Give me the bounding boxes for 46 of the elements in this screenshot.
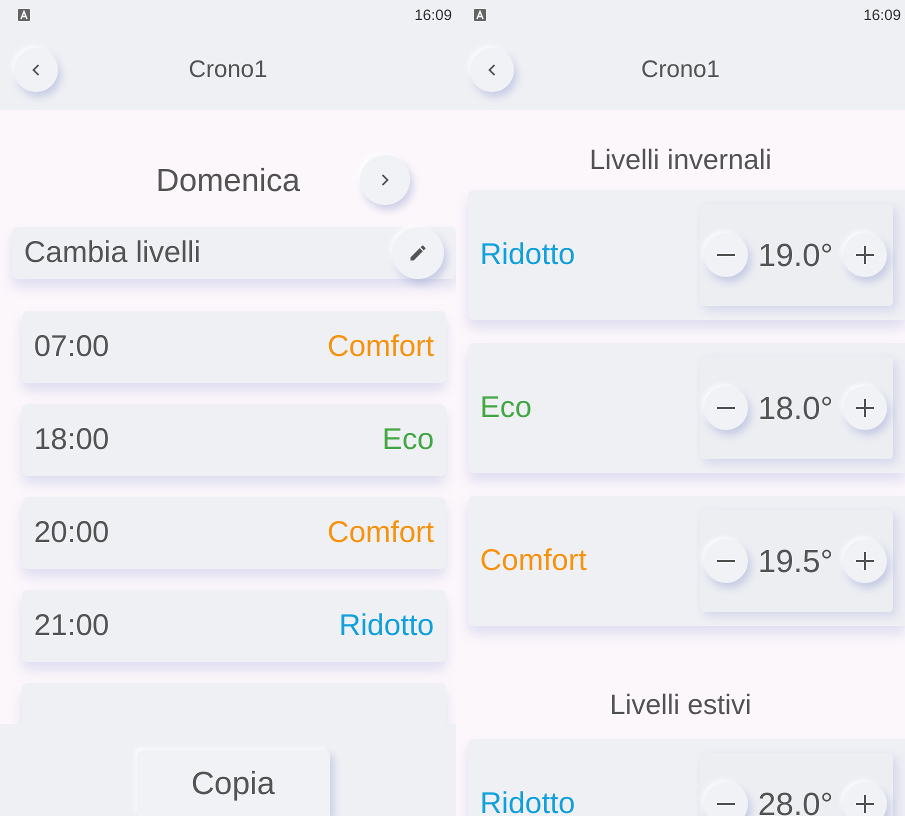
schedule-time: 20:00 — [34, 516, 110, 550]
level-name: Ridotto — [480, 787, 576, 816]
schedule-mode: Eco — [382, 423, 434, 457]
temperature-value: 18.0° — [758, 390, 834, 426]
copy-button[interactable]: Copia — [136, 750, 330, 816]
notification-icon — [474, 9, 486, 21]
back-icon — [488, 64, 496, 76]
schedule-row[interactable]: 20:00 Comfort — [22, 497, 446, 569]
plus-icon — [856, 795, 874, 813]
plus-icon — [856, 552, 874, 570]
decrease-button[interactable] — [704, 782, 748, 816]
back-icon — [32, 64, 40, 76]
screen-title: Crono1 — [641, 56, 720, 84]
change-levels-label: Cambia livelli — [24, 236, 201, 270]
edit-button[interactable] — [392, 227, 444, 279]
level-name: Ridotto — [480, 238, 576, 272]
temperature-value: 19.0° — [758, 236, 834, 274]
schedule-mode: Ridotto — [338, 609, 434, 643]
next-day-button[interactable] — [360, 155, 410, 205]
minus-icon — [717, 254, 735, 256]
schedule-row[interactable]: 07:00 Comfort — [22, 311, 446, 383]
schedule-time: 18:00 — [34, 423, 110, 457]
pencil-icon — [408, 243, 428, 263]
section-title: Livelli estivi — [610, 689, 752, 721]
day-label: Domenica — [156, 162, 300, 198]
plus-icon — [856, 246, 874, 264]
minus-icon — [717, 803, 735, 805]
schedule-row[interactable]: 21:00 Ridotto — [22, 590, 446, 662]
screen-title: Crono1 — [188, 56, 268, 84]
status-time: 16:09 — [414, 6, 453, 24]
temperature-value: 28.0° — [758, 786, 834, 816]
schedule-mode: Comfort — [327, 330, 434, 364]
minus-icon — [717, 560, 735, 562]
schedule-time: 21:00 — [34, 609, 110, 643]
status-time: 16:09 — [863, 6, 902, 24]
notification-icon — [18, 9, 30, 21]
level-name: Eco — [480, 391, 532, 425]
temperature-value: 19.5° — [758, 542, 834, 580]
schedule-time: 07:00 — [34, 330, 110, 364]
schedule-row[interactable]: 18:00 Eco — [22, 404, 446, 476]
schedule-mode: Comfort — [327, 516, 434, 550]
plus-icon — [856, 399, 874, 417]
section-title: Livelli invernali — [589, 144, 772, 176]
chevron-right-icon — [381, 174, 390, 186]
level-name: Comfort — [480, 544, 587, 578]
minus-icon — [717, 407, 735, 409]
